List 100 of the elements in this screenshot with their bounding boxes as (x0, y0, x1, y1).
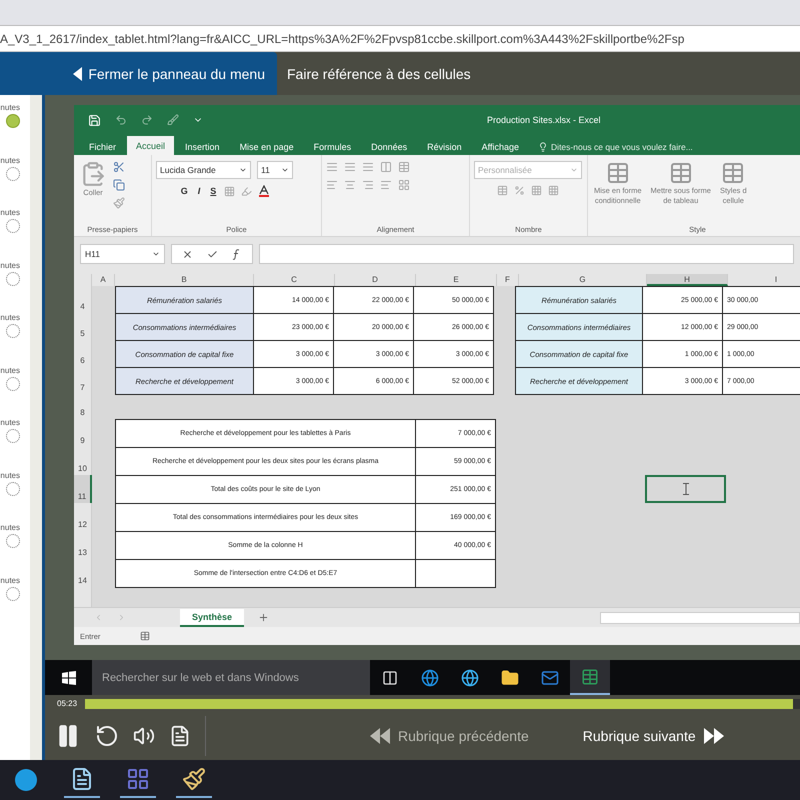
paintbrush-icon (182, 767, 206, 791)
align-top-icon (326, 161, 338, 173)
bold-button[interactable]: G (178, 186, 190, 196)
mail-icon (541, 668, 559, 686)
caret-icon (570, 166, 578, 174)
table-icon (606, 161, 630, 185)
tell-me-field[interactable]: Dites-nous ce que vous voulez faire... (538, 142, 693, 155)
caret-icon (239, 166, 247, 174)
merge-icon (398, 179, 410, 191)
rewind-button[interactable] (95, 724, 119, 748)
duration-label: nutes (0, 366, 20, 374)
row-header[interactable]: 13 (74, 531, 92, 559)
text-cursor-icon (682, 483, 688, 495)
windows-logo-icon (62, 670, 76, 684)
align-middle-icon (344, 161, 356, 173)
save-icon (88, 114, 101, 126)
row-header[interactable]: 5 (74, 313, 92, 340)
column-header[interactable]: D (335, 274, 416, 286)
borders-icon (224, 186, 236, 196)
scissors-icon (113, 161, 125, 173)
align-center-icon (344, 179, 356, 191)
ribbon-tab[interactable]: Accueil (127, 136, 174, 155)
row-header[interactable]: 9 (74, 419, 92, 447)
table-icon (668, 161, 693, 185)
italic-button[interactable]: I (196, 186, 202, 196)
lightbulb-icon (538, 142, 548, 152)
horizontal-scrollbar[interactable] (600, 612, 800, 624)
column-header[interactable]: E (416, 274, 497, 286)
align-bottom-icon (362, 161, 374, 173)
fill-color-icon (241, 186, 252, 196)
task-view-icon (382, 670, 398, 686)
ribbon-tab[interactable]: Révision (418, 138, 471, 155)
duration-label: nutes (0, 156, 20, 164)
row-header[interactable]: 11 (74, 475, 92, 503)
row-header[interactable]: 6 (74, 340, 92, 367)
sheet-tab[interactable]: Synthèse (180, 608, 244, 626)
align-right-icon (362, 179, 374, 191)
column-header[interactable]: B (115, 274, 254, 286)
function-icon (232, 248, 242, 260)
left-triangle-icon (73, 66, 82, 80)
grid-icon (126, 767, 150, 791)
cancel-icon (182, 248, 193, 260)
ribbon-tab[interactable]: Mise en page (230, 138, 303, 155)
ribbon-tab[interactable]: Insertion (176, 138, 229, 155)
column-header[interactable]: H (647, 274, 728, 286)
notepad-icon (70, 767, 94, 791)
row-header[interactable]: 14 (74, 559, 92, 587)
table-icon (721, 161, 746, 185)
duration-label: nutes (0, 260, 20, 270)
double-left-arrow-icon (370, 728, 390, 744)
elapsed-time: 05:23 (57, 699, 78, 708)
globe-icon (421, 668, 439, 686)
paintbrush-icon (113, 197, 125, 209)
ribbon-tab[interactable]: Fichier (80, 138, 126, 155)
check-icon (207, 248, 218, 260)
volume-button[interactable] (133, 725, 155, 747)
ribbon-tab[interactable]: Données (362, 138, 416, 155)
row-header[interactable]: 12 (74, 503, 92, 531)
duration-label: nutes (0, 523, 20, 532)
row-header[interactable]: 7 (74, 367, 92, 394)
row-header[interactable]: 10 (74, 447, 92, 475)
copy-icon (113, 179, 125, 191)
spreadsheet-icon (581, 668, 599, 686)
column-header[interactable]: I (728, 274, 800, 286)
left-scroll-icon (94, 613, 103, 622)
next-topic-button[interactable]: Rubrique suivante (582, 728, 724, 744)
font-size-field[interactable]: 11 (257, 161, 293, 179)
row-header[interactable]: 4 (74, 286, 92, 313)
caret-icon (281, 166, 289, 174)
window-title: Production Sites.xlsx - Excel (487, 115, 601, 125)
column-header[interactable]: F (497, 274, 519, 286)
font-name-field[interactable]: Lucida Grande (156, 161, 251, 179)
percent-icon (514, 185, 525, 196)
column-header[interactable]: G (519, 274, 647, 286)
align-left-icon (326, 179, 338, 191)
duration-label: nutes (0, 313, 20, 322)
duration-label: nutes (0, 576, 20, 584)
indent-icon (380, 179, 392, 191)
rewind-icon (95, 724, 119, 748)
search-field[interactable]: Rechercher sur le web et dans Windows (92, 660, 370, 695)
volume-icon (133, 725, 155, 747)
spreadsheet-app-button[interactable] (570, 660, 610, 695)
document-icon (169, 725, 191, 747)
row-header[interactable]: 8 (74, 394, 92, 419)
column-header[interactable]: A (92, 274, 115, 286)
underline-button[interactable]: S (208, 186, 218, 196)
duration-label: nutes (0, 208, 20, 217)
transcript-button[interactable] (169, 725, 191, 747)
ribbon-tab[interactable]: Formules (304, 138, 360, 155)
font-color-icon (258, 185, 270, 197)
address-bar[interactable]: A_V3_1_2617/index_tablet.html?lang=fr&AICC_URL=https%3A%2F%2Fpvsp81ccbe.skillport.com%3A443%2Fskillportbe%2Fsp (0, 25, 800, 52)
duration-label: nutes (0, 418, 20, 427)
right-scroll-icon (117, 613, 126, 622)
name-box[interactable]: H11 (80, 244, 165, 264)
close-menu-button[interactable]: Fermer le panneau du menu (0, 52, 277, 95)
active-cell[interactable] (645, 475, 726, 503)
formula-input[interactable] (259, 244, 794, 264)
ribbon-tab[interactable]: Affichage (472, 138, 528, 155)
column-header[interactable]: C (254, 274, 335, 286)
undo-icon (115, 114, 127, 126)
